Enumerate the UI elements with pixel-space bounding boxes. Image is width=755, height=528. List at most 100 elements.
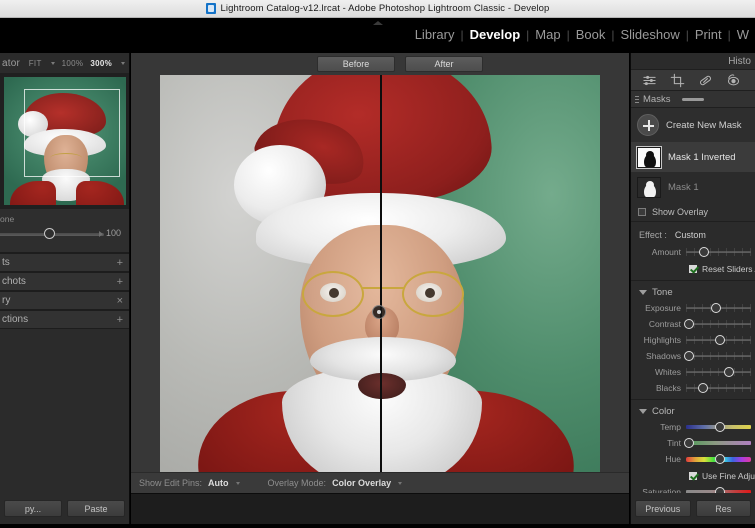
slider-knob[interactable] xyxy=(683,351,694,361)
slider-hue[interactable]: Hue xyxy=(631,451,755,467)
spot-healing-icon[interactable] xyxy=(698,73,713,88)
sidebar-item-history[interactable]: ry × xyxy=(0,291,129,310)
before-after-split-line[interactable] xyxy=(380,75,382,472)
use-fine-adjustment-checkbox[interactable] xyxy=(689,471,697,480)
sidebar-item-presets[interactable]: ts + xyxy=(0,253,129,272)
effect-label: Effect : xyxy=(639,230,667,240)
photo-viewport[interactable] xyxy=(131,75,629,472)
slider-track[interactable] xyxy=(686,422,751,432)
chevron-down-icon[interactable] xyxy=(121,61,125,65)
overlay-mode-value[interactable]: Color Overlay xyxy=(332,478,391,488)
slider-knob[interactable] xyxy=(710,303,721,313)
slider-track[interactable] xyxy=(683,319,751,329)
drag-handle-icon[interactable] xyxy=(635,95,639,103)
edit-pin-marker[interactable] xyxy=(372,305,386,319)
panel-resize-grip[interactable] xyxy=(682,97,704,101)
sidebar-item-collections[interactable]: ctions + xyxy=(0,310,129,329)
top-bar: Library | Develop | Map | Book | Slidesh… xyxy=(0,18,755,53)
zoom-100[interactable]: 100% xyxy=(62,59,84,68)
paste-button[interactable]: Paste xyxy=(67,500,125,517)
close-icon[interactable]: × xyxy=(117,295,123,307)
tone-section-header[interactable]: Tone xyxy=(631,284,755,300)
module-book[interactable]: Book xyxy=(570,27,612,42)
mask-item-1-inverted[interactable]: Mask 1 Inverted xyxy=(631,142,755,172)
show-overlay-row[interactable]: Show Overlay xyxy=(631,202,755,222)
color-section-header[interactable]: Color xyxy=(631,403,755,419)
reset-sliders-checkbox[interactable] xyxy=(689,264,697,273)
create-new-mask-button[interactable]: Create New Mask xyxy=(631,108,755,142)
slider-knob[interactable] xyxy=(714,454,725,464)
slider-knob[interactable] xyxy=(723,367,734,377)
module-map[interactable]: Map xyxy=(529,27,566,42)
chevron-down-icon[interactable] xyxy=(639,408,647,414)
slider-knob[interactable] xyxy=(683,438,694,448)
slider-blacks[interactable]: Blacks xyxy=(631,380,755,396)
effect-value[interactable]: Custom xyxy=(675,230,706,240)
plus-icon[interactable]: + xyxy=(117,276,123,288)
slider-track[interactable] xyxy=(686,383,751,393)
slider-knob[interactable] xyxy=(697,383,708,393)
plus-icon[interactable]: + xyxy=(117,314,123,326)
slider-knob[interactable] xyxy=(714,335,725,345)
chevron-down-icon[interactable] xyxy=(398,481,403,485)
show-edit-pins-value[interactable]: Auto xyxy=(208,478,229,488)
slider-exposure[interactable]: Exposure xyxy=(631,300,755,316)
slider-track[interactable] xyxy=(686,303,751,313)
module-library[interactable]: Library xyxy=(409,27,461,42)
slider-knob[interactable] xyxy=(714,422,725,432)
mask-item-label: Mask 1 Inverted xyxy=(668,151,736,163)
chevron-down-icon[interactable] xyxy=(50,61,55,65)
sidebar-item-snapshots[interactable]: chots + xyxy=(0,272,129,291)
show-overlay-checkbox[interactable] xyxy=(638,207,646,216)
masks-panel-header[interactable]: Masks xyxy=(631,91,755,108)
chevron-down-icon[interactable] xyxy=(235,481,240,485)
slider-whites[interactable]: Whites xyxy=(631,364,755,380)
slider-temp[interactable]: Temp xyxy=(631,419,755,435)
slider-highlights[interactable]: Highlights xyxy=(631,332,755,348)
edit-sliders-icon[interactable] xyxy=(642,73,657,88)
zoom-fit[interactable]: FIT xyxy=(29,59,42,68)
previous-button[interactable]: Previous xyxy=(635,500,691,517)
module-print[interactable]: Print xyxy=(689,27,728,42)
chevron-down-icon[interactable] xyxy=(639,289,647,295)
before-after-photo[interactable] xyxy=(160,75,600,472)
slider-contrast[interactable]: Contrast xyxy=(631,316,755,332)
plus-icon[interactable]: + xyxy=(117,257,123,269)
left-slider-knob[interactable] xyxy=(44,228,55,239)
before-label: Before xyxy=(317,56,395,72)
navigator-crop-rectangle[interactable] xyxy=(24,89,120,177)
slider-track[interactable] xyxy=(686,454,751,464)
crop-icon[interactable] xyxy=(670,73,685,88)
module-slideshow[interactable]: Slideshow xyxy=(614,27,685,42)
plus-icon[interactable] xyxy=(637,114,659,136)
stage-toolbar: Show Edit Pins: Auto Overlay Mode: Color… xyxy=(131,472,629,493)
slider-label: Contrast xyxy=(648,319,681,329)
slider-track[interactable] xyxy=(686,367,751,377)
reset-sliders-label: Reset Sliders Automatically xyxy=(702,263,755,274)
slider-amount[interactable]: Amount xyxy=(631,244,755,260)
slider-shadows[interactable]: Shadows xyxy=(631,348,755,364)
history-label-text: Histo xyxy=(728,55,751,67)
top-panel-toggle-arrow[interactable] xyxy=(372,21,383,25)
mask-item-1[interactable]: Mask 1 xyxy=(631,172,755,202)
slider-track[interactable] xyxy=(683,351,751,361)
slider-track[interactable] xyxy=(686,247,751,257)
module-web[interactable]: W xyxy=(731,27,755,42)
slider-tint[interactable]: Tint xyxy=(631,435,755,451)
reset-button[interactable]: Res xyxy=(695,500,751,517)
slider-saturation[interactable]: Saturation xyxy=(631,484,755,493)
zoom-300[interactable]: 300% xyxy=(90,59,112,68)
right-panel-buttons: Previous Res xyxy=(630,493,755,524)
history-panel-label[interactable]: Histo xyxy=(631,53,755,69)
module-develop[interactable]: Develop xyxy=(464,27,527,42)
slider-track[interactable] xyxy=(686,335,751,345)
red-eye-icon[interactable] xyxy=(726,73,741,88)
reset-sliders-row[interactable]: Reset Sliders Automatically xyxy=(631,260,755,277)
fine-adjustment-row[interactable]: Use Fine Adjustment xyxy=(631,467,755,484)
copy-button[interactable]: py... xyxy=(4,500,62,517)
overlay-mode-label: Overlay Mode: xyxy=(267,478,327,488)
navigator-preview[interactable] xyxy=(0,73,129,209)
slider-knob[interactable] xyxy=(683,319,694,329)
slider-track[interactable] xyxy=(683,438,751,448)
slider-label: Shadows xyxy=(646,351,681,361)
